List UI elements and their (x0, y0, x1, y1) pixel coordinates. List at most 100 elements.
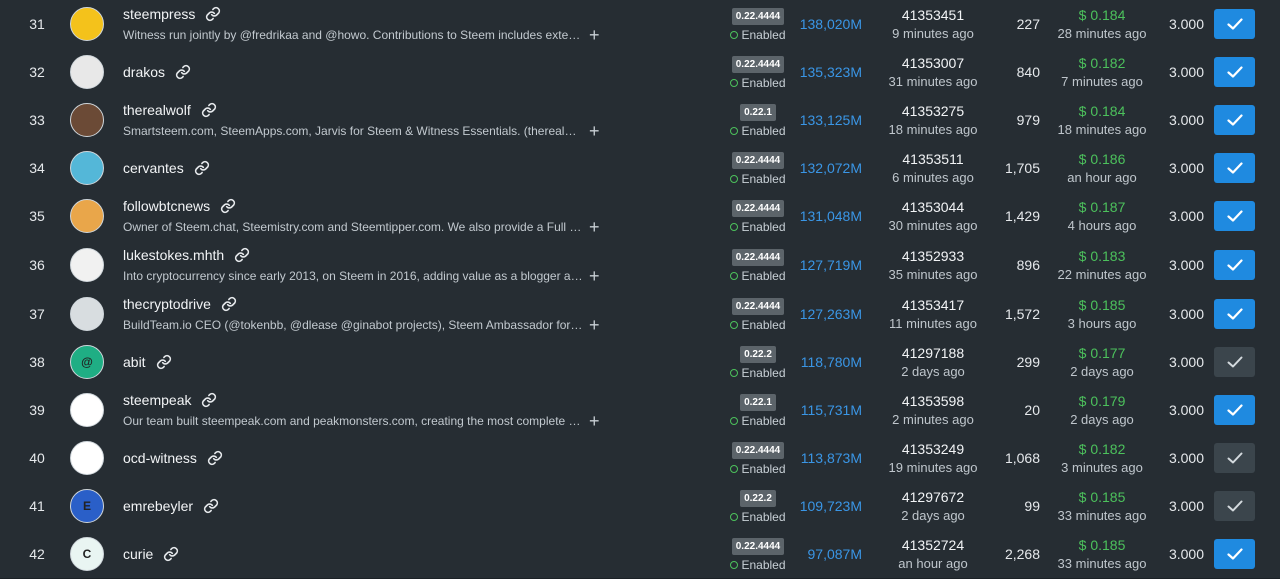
vote-button[interactable] (1214, 298, 1255, 329)
expand-plus-icon[interactable]: + (589, 218, 600, 236)
witness-name-row: ocd-witness (123, 450, 683, 466)
vote-button[interactable] (1214, 105, 1255, 135)
vote-button[interactable] (1214, 491, 1255, 521)
votes-value[interactable]: 132,072M (800, 160, 862, 176)
apr-value: 3.000 (1168, 305, 1204, 322)
last-block[interactable]: 41353044 (880, 199, 986, 215)
witness-name-row: steempeak (123, 392, 683, 408)
expand-plus-icon[interactable]: + (589, 412, 600, 430)
vote-button[interactable] (1214, 57, 1255, 87)
last-block[interactable]: 41353511 (880, 151, 986, 167)
table-row: 36 lukestokes.mhth Into cryptocurrency s… (0, 240, 1280, 290)
link-icon[interactable] (203, 498, 219, 514)
vote-button[interactable] (1214, 9, 1255, 39)
witness-name[interactable]: cervantes (123, 160, 184, 176)
expand-plus-icon[interactable]: + (589, 316, 600, 334)
link-icon[interactable] (201, 102, 217, 118)
version-cell: 0.22.4444 Enabled (728, 240, 788, 289)
votes-value[interactable]: 97,087M (808, 546, 862, 562)
votes-value[interactable]: 127,263M (800, 306, 862, 322)
price-feed-cell: $ 0.185 33 minutes ago (1050, 482, 1154, 530)
witness-name[interactable]: ocd-witness (123, 450, 197, 466)
check-icon (1226, 162, 1243, 174)
votes-value[interactable]: 118,780M (801, 354, 862, 370)
votes-value[interactable]: 138,020M (800, 16, 862, 32)
witness-name-row: curie (123, 546, 683, 562)
link-icon[interactable] (156, 354, 172, 370)
votes-value[interactable]: 127,719M (800, 257, 862, 273)
votes-value[interactable]: 131,048M (800, 208, 862, 224)
apr-value: 3.000 (1168, 402, 1204, 418)
votes-value[interactable]: 115,731M (801, 402, 862, 418)
last-block[interactable]: 41297188 (880, 345, 986, 361)
expand-plus-icon[interactable]: + (589, 122, 600, 140)
link-icon[interactable] (220, 198, 236, 214)
price-feed: $ 0.185 (1078, 537, 1126, 553)
avatar[interactable] (70, 393, 104, 427)
witness-name[interactable]: therealwolf (123, 102, 191, 118)
vote-button[interactable] (1214, 249, 1255, 280)
last-block[interactable]: 41352724 (880, 537, 986, 553)
apr-cell: 3.000 (1158, 289, 1204, 338)
rank-number: 37 (29, 305, 45, 322)
link-icon[interactable] (221, 296, 237, 312)
link-icon[interactable] (207, 450, 223, 466)
avatar[interactable] (70, 151, 104, 185)
avatar[interactable]: E (70, 489, 104, 523)
version-cell: 0.22.1 Enabled (728, 386, 788, 434)
price-feed: $ 0.177 (1078, 345, 1126, 361)
witness-name[interactable]: curie (123, 546, 153, 562)
witness-name[interactable]: emrebeyler (123, 498, 193, 514)
avatar[interactable] (70, 199, 104, 233)
witness-name[interactable]: drakos (123, 64, 165, 80)
witness-name[interactable]: followbtcnews (123, 198, 210, 214)
link-icon[interactable] (175, 64, 191, 80)
avatar[interactable] (70, 55, 104, 89)
vote-button[interactable] (1214, 539, 1255, 569)
witness-name[interactable]: thecryptodrive (123, 296, 211, 312)
votes-value[interactable]: 109,723M (800, 498, 862, 514)
last-block[interactable]: 41353249 (880, 441, 986, 457)
expand-plus-icon[interactable]: + (589, 26, 600, 44)
missed-value: 1,705 (1004, 160, 1040, 176)
avatar[interactable]: C (70, 537, 104, 571)
votes-value[interactable]: 133,125M (800, 112, 862, 128)
table-row: 40 ocd-witness 0.22.4444 Enabled 113,873… (0, 434, 1280, 483)
last-block[interactable]: 41353275 (880, 103, 986, 119)
link-icon[interactable] (205, 6, 221, 22)
avatar[interactable] (70, 7, 104, 41)
avatar[interactable] (70, 296, 104, 331)
last-block[interactable]: 41353007 (880, 55, 986, 71)
missed-blocks: 896 (990, 240, 1040, 289)
expand-plus-icon[interactable]: + (589, 267, 600, 285)
avatar[interactable] (70, 441, 104, 475)
witness-name[interactable]: steempress (123, 6, 195, 22)
votes-value[interactable]: 113,873M (801, 450, 862, 466)
avatar[interactable]: @ (70, 345, 104, 379)
enabled-dot-icon (730, 175, 739, 183)
witness-name[interactable]: abit (123, 354, 146, 370)
last-block[interactable]: 41353598 (880, 393, 986, 409)
vote-button[interactable] (1214, 443, 1255, 473)
vote-button[interactable] (1214, 153, 1255, 183)
link-icon[interactable] (194, 160, 210, 176)
votes-value[interactable]: 135,323M (800, 64, 862, 80)
link-icon[interactable] (163, 546, 179, 562)
vote-button[interactable] (1214, 347, 1255, 377)
avatar[interactable] (70, 103, 104, 137)
avatar[interactable] (70, 247, 104, 282)
link-icon[interactable] (201, 392, 217, 408)
last-block[interactable]: 41353451 (880, 7, 986, 23)
price-feed-cell: $ 0.182 3 minutes ago (1050, 434, 1154, 482)
votes-cell: 127,263M (790, 289, 862, 338)
last-block[interactable]: 41353417 (880, 297, 986, 313)
witness-name[interactable]: lukestokes.mhth (123, 247, 224, 263)
block-cell: 41353275 18 minutes ago (880, 96, 986, 144)
last-block[interactable]: 41352933 (880, 248, 986, 264)
witness-name[interactable]: steempeak (123, 392, 191, 408)
link-icon[interactable] (234, 247, 250, 263)
last-block[interactable]: 41297672 (880, 489, 986, 505)
vote-button[interactable] (1214, 395, 1255, 425)
witness-name-row: abit (123, 354, 683, 370)
vote-button[interactable] (1214, 201, 1255, 231)
